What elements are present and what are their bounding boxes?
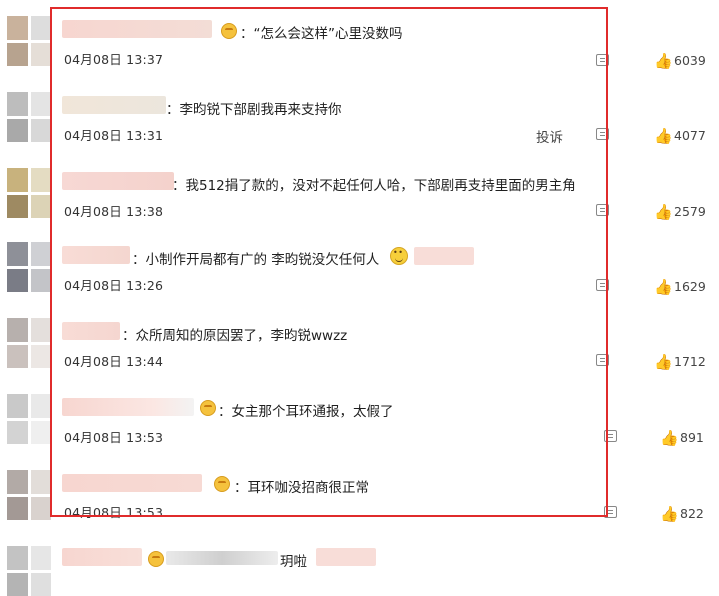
username-blurred[interactable] — [62, 20, 212, 38]
like-count: 1712 — [674, 354, 706, 369]
username-blurred[interactable] — [62, 172, 174, 190]
reply-icon[interactable] — [596, 354, 609, 366]
blurred-text — [166, 551, 278, 565]
avatar[interactable] — [7, 242, 51, 292]
comment-text: ：女主那个耳环通报，太假了 — [218, 404, 394, 420]
crown-badge-icon — [200, 400, 216, 416]
thumbs-up-icon: 👍 — [654, 278, 673, 296]
reply-icon[interactable] — [596, 204, 609, 216]
comment-date: 04月08日 13:31 — [64, 128, 164, 143]
smile-emoji-icon — [390, 247, 408, 265]
blurred-tag — [316, 548, 376, 566]
like-count: 2579 — [674, 204, 706, 219]
comment-text: ：“怎么会这样”心里没数吗 — [240, 26, 403, 42]
avatar[interactable] — [7, 318, 51, 368]
comment-date: 04月08日 13:53 — [64, 430, 164, 445]
comment-date: 04月08日 13:53 — [64, 505, 164, 520]
thumbs-up-icon: 👍 — [654, 127, 673, 145]
crown-badge-icon — [214, 476, 230, 492]
crown-badge-icon — [221, 23, 237, 39]
comment-date: 04月08日 13:38 — [64, 204, 164, 219]
like-button[interactable]: 👍2579 — [654, 203, 706, 221]
thumbs-up-icon: 👍 — [660, 505, 679, 523]
avatar[interactable] — [7, 394, 51, 444]
thumbs-up-icon: 👍 — [654, 353, 673, 371]
username-blurred[interactable] — [62, 548, 142, 566]
username-blurred[interactable] — [62, 96, 166, 114]
avatar[interactable] — [7, 92, 51, 142]
comment-text: 玥啦 — [280, 554, 307, 570]
avatar[interactable] — [7, 16, 51, 66]
blurred-tag — [414, 247, 474, 265]
like-button[interactable]: 👍4077 — [654, 127, 706, 145]
reply-icon[interactable] — [604, 506, 617, 518]
avatar[interactable] — [7, 470, 51, 520]
like-button[interactable]: 👍1712 — [654, 353, 706, 371]
comment-date: 04月08日 13:26 — [64, 278, 164, 293]
like-count: 822 — [680, 506, 704, 521]
thumbs-up-icon: 👍 — [660, 429, 679, 447]
reply-icon[interactable] — [596, 128, 609, 140]
reply-icon[interactable] — [604, 430, 617, 442]
like-button[interactable]: 👍891 — [660, 429, 704, 447]
like-button[interactable]: 👍1629 — [654, 278, 706, 296]
comment-date: 04月08日 13:44 — [64, 354, 164, 369]
comment-text: ：李昀锐下部剧我再来支持你 — [166, 102, 342, 118]
like-count: 891 — [680, 430, 704, 445]
username-blurred[interactable] — [62, 246, 130, 264]
like-button[interactable]: 👍822 — [660, 505, 704, 523]
username-blurred[interactable] — [62, 398, 194, 416]
reply-icon[interactable] — [596, 54, 609, 66]
avatar[interactable] — [7, 546, 51, 596]
comment-text: ：众所周知的原因罢了，李昀锐wwzz — [122, 328, 348, 344]
like-count: 6039 — [674, 53, 706, 68]
username-blurred[interactable] — [62, 322, 120, 340]
thumbs-up-icon: 👍 — [654, 203, 673, 221]
like-button[interactable]: 👍6039 — [654, 52, 706, 70]
comment-text: ：小制作开局都有广的 李昀锐没欠任何人 — [132, 252, 380, 268]
crown-badge-icon — [148, 551, 164, 567]
comment-text: ：耳环咖没招商很正常 — [234, 480, 369, 496]
like-count: 4077 — [674, 128, 706, 143]
thumbs-up-icon: 👍 — [654, 52, 673, 70]
reply-icon[interactable] — [596, 279, 609, 291]
report-button[interactable]: 投诉 — [536, 126, 563, 146]
comment-date: 04月08日 13:37 — [64, 52, 164, 67]
avatar[interactable] — [7, 168, 51, 218]
comment-text: ：我512捐了款的，没对不起任何人哈，下部剧再支持里面的男主角 — [172, 178, 576, 194]
like-count: 1629 — [674, 279, 706, 294]
username-blurred[interactable] — [62, 474, 202, 492]
